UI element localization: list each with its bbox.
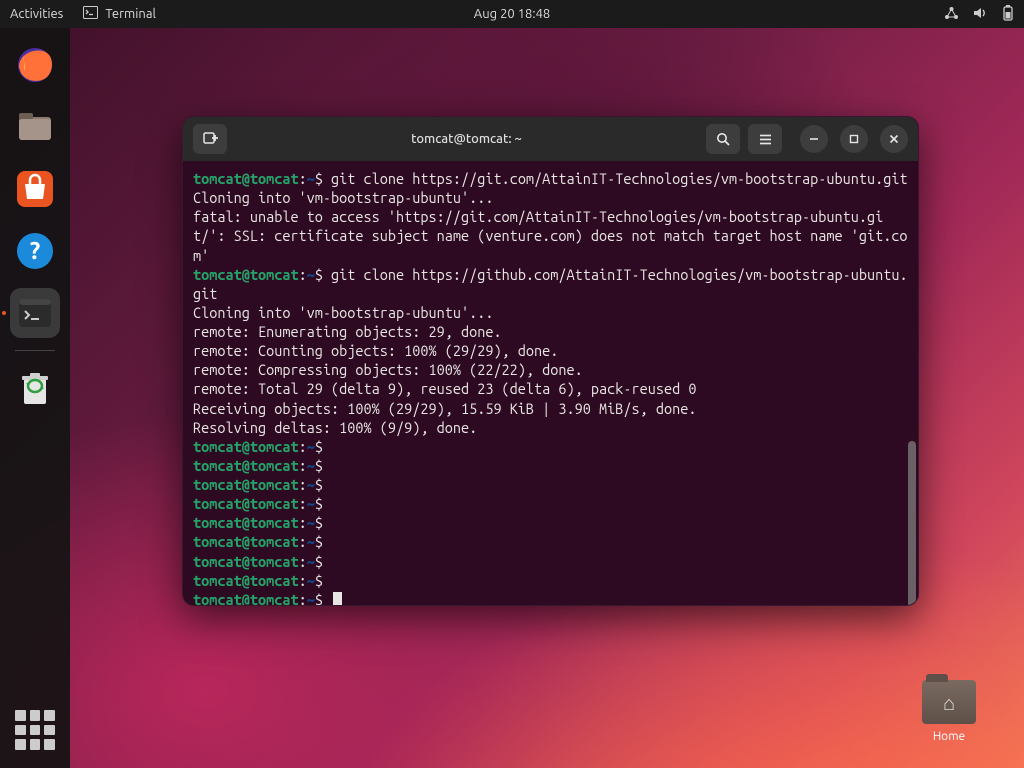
- terminal-line: tomcat@tomcat:~$: [193, 456, 908, 475]
- terminal-icon: [83, 6, 98, 22]
- maximize-icon: [849, 134, 859, 144]
- top-app-name: Terminal: [105, 7, 156, 21]
- terminal-line: tomcat@tomcat:~$: [193, 571, 908, 590]
- hamburger-menu-button[interactable]: [748, 124, 782, 154]
- close-icon: [889, 134, 899, 144]
- desktop-home-folder[interactable]: ⌂ Home: [914, 680, 984, 743]
- terminal-line: tomcat@tomcat:~$: [193, 590, 908, 605]
- dock: ?: [0, 28, 70, 768]
- terminal-line: tomcat@tomcat:~$: [193, 475, 908, 494]
- terminal-scrollbar[interactable]: [908, 441, 916, 605]
- activities-button[interactable]: Activities: [10, 7, 63, 21]
- dock-terminal[interactable]: [10, 288, 60, 338]
- desktop-home-label: Home: [914, 730, 984, 743]
- dock-firefox[interactable]: [10, 40, 60, 90]
- terminal-line: Receiving objects: 100% (29/29), 15.59 K…: [193, 399, 908, 418]
- home-icon: ⌂: [943, 691, 955, 716]
- terminal-body[interactable]: tomcat@tomcat:~$ git clone https://git.c…: [183, 161, 918, 605]
- clock[interactable]: Aug 20 18:48: [474, 7, 551, 21]
- terminal-line: Resolving deltas: 100% (9/9), done.: [193, 418, 908, 437]
- top-bar: Activities Terminal Aug 20 18:48: [0, 0, 1024, 28]
- terminal-line: tomcat@tomcat:~$: [193, 494, 908, 513]
- dock-help[interactable]: ?: [10, 226, 60, 276]
- terminal-line: Cloning into 'vm-bootstrap-ubuntu'...: [193, 188, 908, 207]
- new-tab-button[interactable]: [193, 124, 227, 154]
- window-titlebar[interactable]: tomcat@tomcat: ~: [183, 117, 918, 161]
- terminal-line: tomcat@tomcat:~$ git clone https://git.c…: [193, 169, 908, 188]
- search-icon: [716, 132, 731, 147]
- terminal-cursor: [333, 592, 342, 605]
- hamburger-icon: [758, 132, 773, 147]
- terminal-line: remote: Counting objects: 100% (29/29), …: [193, 341, 908, 360]
- battery-icon[interactable]: [1002, 5, 1014, 24]
- terminal-line: tomcat@tomcat:~$: [193, 532, 908, 551]
- terminal-line: remote: Enumerating objects: 29, done.: [193, 322, 908, 341]
- terminal-line: tomcat@tomcat:~$: [193, 552, 908, 571]
- dock-trash[interactable]: [10, 363, 60, 413]
- dock-software[interactable]: [10, 164, 60, 214]
- terminal-line: remote: Compressing objects: 100% (22/22…: [193, 360, 908, 379]
- volume-icon[interactable]: [973, 6, 988, 23]
- terminal-line: tomcat@tomcat:~$: [193, 437, 908, 456]
- terminal-window: tomcat@tomcat: ~ tomcat@tomcat:~$ git cl…: [182, 116, 919, 606]
- window-title: tomcat@tomcat: ~: [235, 132, 698, 146]
- terminal-line: tomcat@tomcat:~$: [193, 513, 908, 532]
- terminal-line: tomcat@tomcat:~$ git clone https://githu…: [193, 265, 908, 303]
- dock-files[interactable]: [10, 102, 60, 152]
- svg-text:?: ?: [30, 237, 41, 264]
- close-button[interactable]: [880, 125, 908, 153]
- terminal-line: Cloning into 'vm-bootstrap-ubuntu'...: [193, 303, 908, 322]
- top-app-menu[interactable]: Terminal: [83, 6, 156, 22]
- network-icon[interactable]: [944, 6, 959, 23]
- search-button[interactable]: [706, 124, 740, 154]
- terminal-line: fatal: unable to access 'https://git.com…: [193, 207, 908, 264]
- terminal-line: remote: Total 29 (delta 9), reused 23 (d…: [193, 379, 908, 398]
- minimize-icon: [809, 134, 819, 144]
- desktop-root: Activities Terminal Aug 20 18:48: [0, 0, 1024, 768]
- minimize-button[interactable]: [800, 125, 828, 153]
- maximize-button[interactable]: [840, 125, 868, 153]
- show-applications-button[interactable]: [15, 710, 55, 750]
